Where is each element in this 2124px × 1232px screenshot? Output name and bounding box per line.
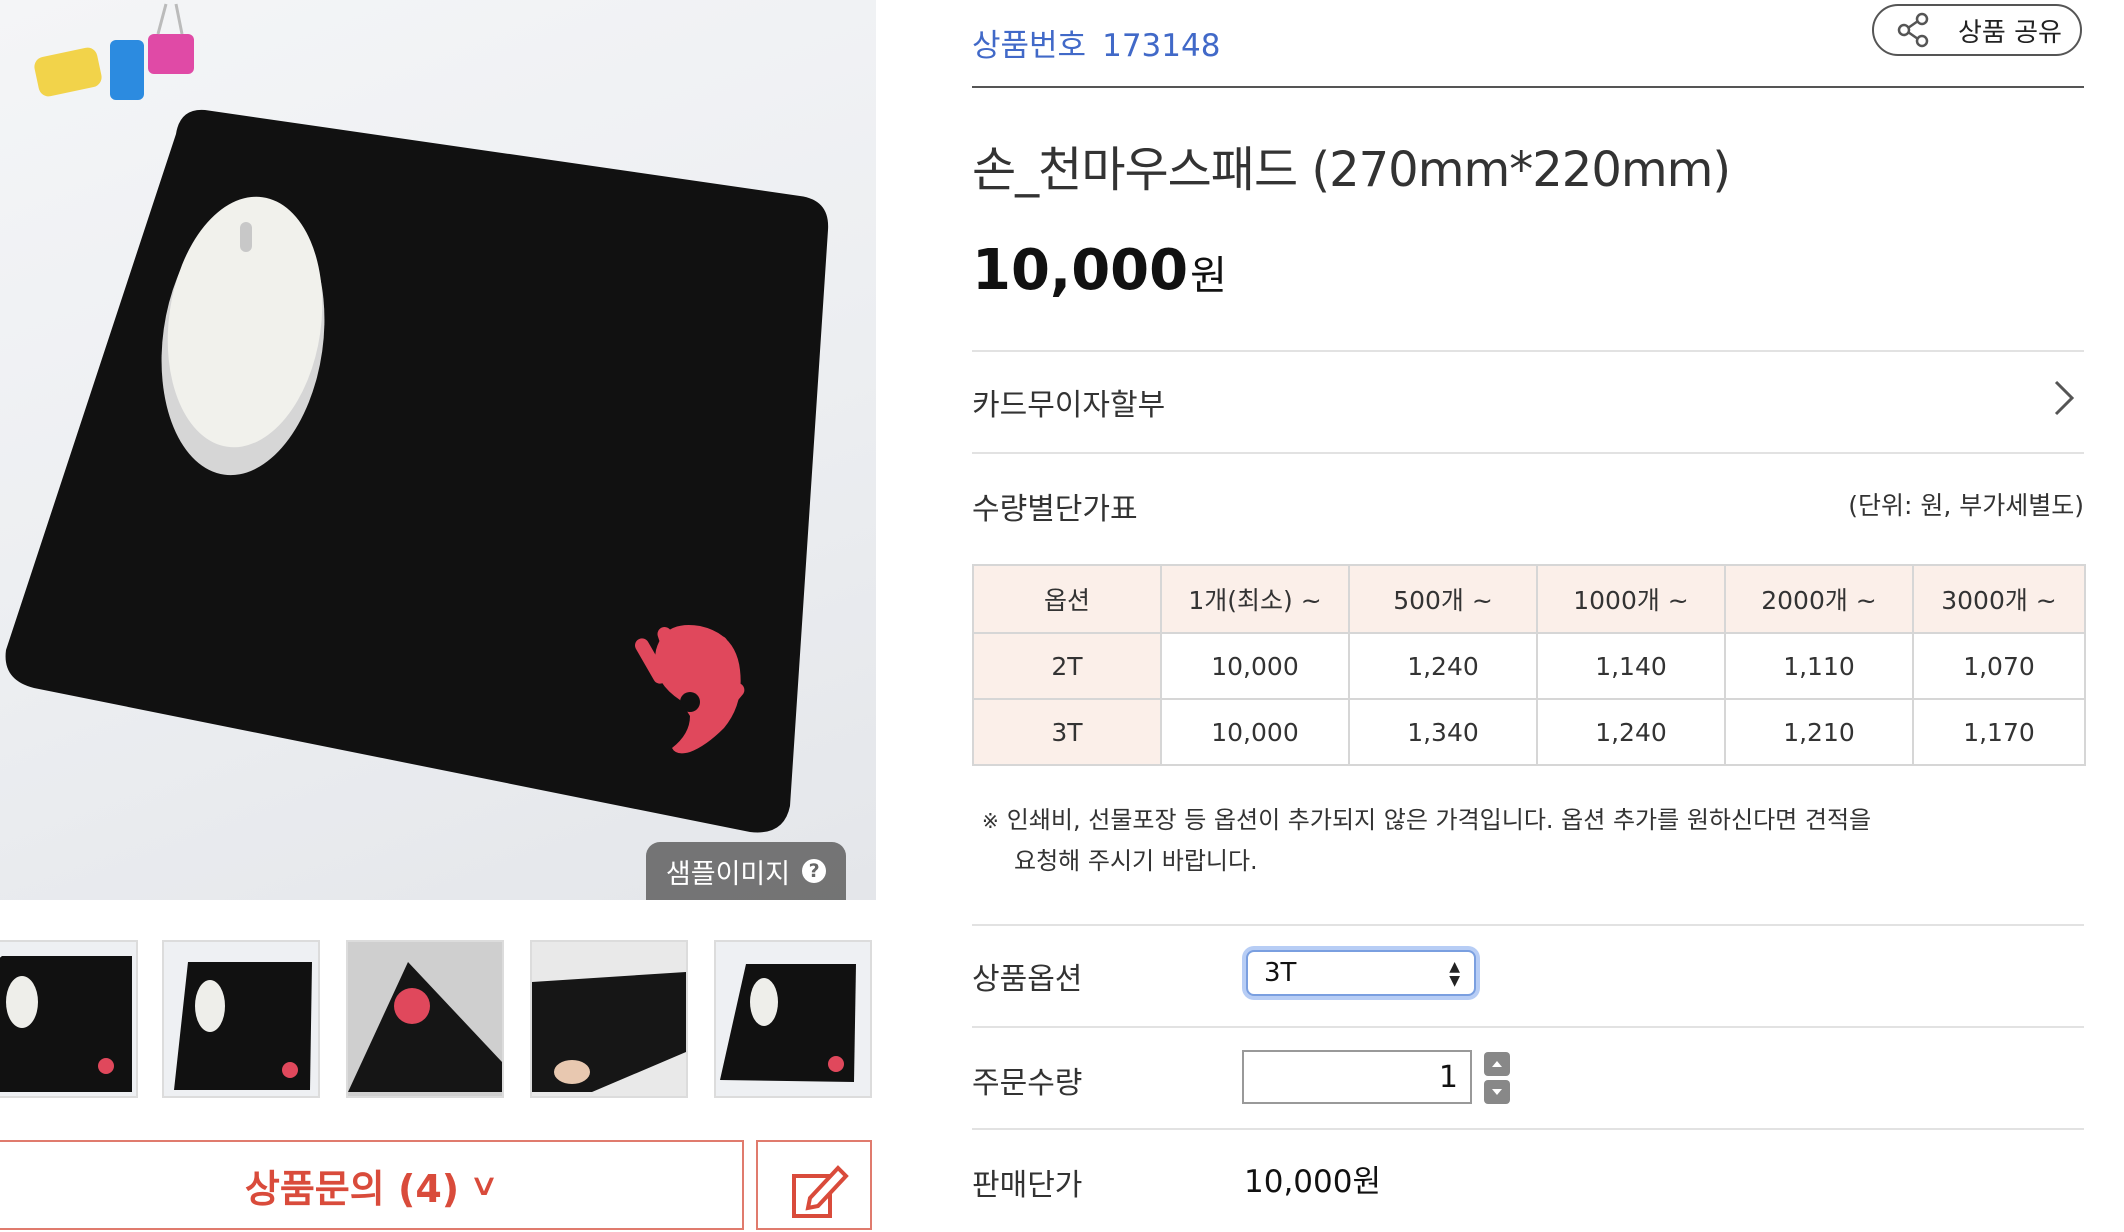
- share-button[interactable]: 상품 공유: [1872, 4, 2082, 56]
- table-row: 3T 10,000 1,340 1,240 1,210 1,170: [972, 698, 2086, 766]
- table-header-cell: 2000개 ~: [1724, 564, 1914, 634]
- table-header-cell: 3000개 ~: [1912, 564, 2086, 634]
- quantity-price-unit-note: (단위: 원, 부가세별도): [1848, 491, 2084, 520]
- note-line-2: 요청해 주시기 바랍니다.: [1014, 847, 1258, 875]
- quantity-price-table: 옵션 1개(최소) ~ 500개 ~ 1000개 ~ 2000개 ~ 3000개…: [972, 564, 2086, 766]
- sample-image-badge[interactable]: 샘플이미지 ?: [646, 842, 846, 900]
- table-header-row: 옵션 1개(최소) ~ 500개 ~ 1000개 ~ 2000개 ~ 3000개…: [972, 564, 2086, 634]
- table-cell: 10,000: [1160, 632, 1350, 700]
- product-price: 10,000원: [972, 238, 1227, 303]
- table-cell: 1,210: [1724, 698, 1914, 766]
- note-line-1: 인쇄비, 선물포장 등 옵션이 추가되지 않은 가격입니다. 옵션 추가를 원하…: [1006, 806, 1872, 834]
- main-product-image[interactable]: 샘플이미지 ?: [0, 0, 876, 900]
- edit-icon: [792, 1165, 849, 1218]
- product-title: 손_천마우스패드 (270mm*220mm): [972, 142, 1731, 198]
- stepper-down-icon[interactable]: [1484, 1080, 1510, 1104]
- price-number: 10,000: [972, 238, 1189, 303]
- table-header-cell: 옵션: [972, 564, 1162, 634]
- divider: [972, 1128, 2084, 1130]
- thumbnail-1[interactable]: [0, 940, 138, 1098]
- product-code-value: 173148: [1102, 28, 1221, 64]
- mousepad-photo: [5, 3, 829, 833]
- quantity-stepper[interactable]: [1484, 1052, 1510, 1104]
- product-option-label: 상품옵션: [972, 962, 1083, 997]
- product-code-label: 상품번호: [972, 28, 1087, 64]
- table-cell: 1,240: [1536, 698, 1726, 766]
- table-cell: 1,110: [1724, 632, 1914, 700]
- table-cell: 1,240: [1348, 632, 1538, 700]
- chevron-right-icon[interactable]: [2050, 378, 2078, 418]
- unit-price-value: 10,000원: [1244, 1164, 1381, 1200]
- table-cell: 1,140: [1536, 632, 1726, 700]
- product-option-select[interactable]: 3T ▲ ▼: [1246, 950, 1476, 996]
- table-cell: 1,170: [1912, 698, 2086, 766]
- write-review-button[interactable]: [756, 1140, 872, 1230]
- table-header-cell: 1000개 ~: [1536, 564, 1726, 634]
- product-code: 상품번호 173148: [972, 20, 1220, 65]
- share-icon: [1897, 12, 1929, 48]
- divider: [972, 1026, 2084, 1028]
- product-option-value: 3T: [1264, 958, 1297, 988]
- stepper-up-icon[interactable]: [1484, 1052, 1510, 1076]
- table-header-cell: 500개 ~: [1348, 564, 1538, 634]
- help-icon[interactable]: ?: [802, 859, 827, 883]
- thumbnail-4[interactable]: [530, 940, 688, 1098]
- quantity-price-table-title: 수량별단가표: [972, 492, 1138, 527]
- thumbnail-2[interactable]: [162, 940, 320, 1098]
- header-divider: [972, 86, 2084, 88]
- table-cell-option: 3T: [972, 698, 1162, 766]
- chevron-down-icon: ∨: [468, 1167, 500, 1203]
- table-header-cell: 1개(최소) ~: [1160, 564, 1350, 634]
- divider: [972, 350, 2084, 352]
- order-quantity-input[interactable]: 1: [1242, 1050, 1472, 1104]
- table-row: 2T 10,000 1,240 1,140 1,110 1,070: [972, 632, 2086, 700]
- thumbnail-3[interactable]: [346, 940, 504, 1098]
- product-inquiry-label: 상품문의 (4): [244, 1166, 460, 1211]
- thumbnail-strip: [0, 940, 876, 1102]
- order-quantity-label: 주문수량: [972, 1066, 1083, 1101]
- divider: [972, 924, 2084, 926]
- share-label: 상품 공유: [1958, 17, 2062, 48]
- installment-link[interactable]: 카드무이자할부: [972, 380, 1165, 424]
- table-cell: 1,340: [1348, 698, 1538, 766]
- sample-image-label: 샘플이미지: [665, 858, 791, 890]
- select-arrows-icon: ▲ ▼: [1449, 959, 1460, 989]
- thumbnail-5[interactable]: [714, 940, 872, 1098]
- note-mark: ※: [982, 809, 999, 833]
- table-cell: 10,000: [1160, 698, 1350, 766]
- price-note: ※ 인쇄비, 선물포장 등 옵션이 추가되지 않은 가격입니다. 옵션 추가를 원…: [982, 800, 2072, 881]
- table-cell-option: 2T: [972, 632, 1162, 700]
- product-inquiry-button[interactable]: 상품문의 (4) ∨: [0, 1140, 744, 1230]
- price-unit: 원: [1190, 253, 1227, 299]
- unit-price-label: 판매단가: [972, 1168, 1083, 1203]
- divider: [972, 452, 2084, 454]
- table-cell: 1,070: [1912, 632, 2086, 700]
